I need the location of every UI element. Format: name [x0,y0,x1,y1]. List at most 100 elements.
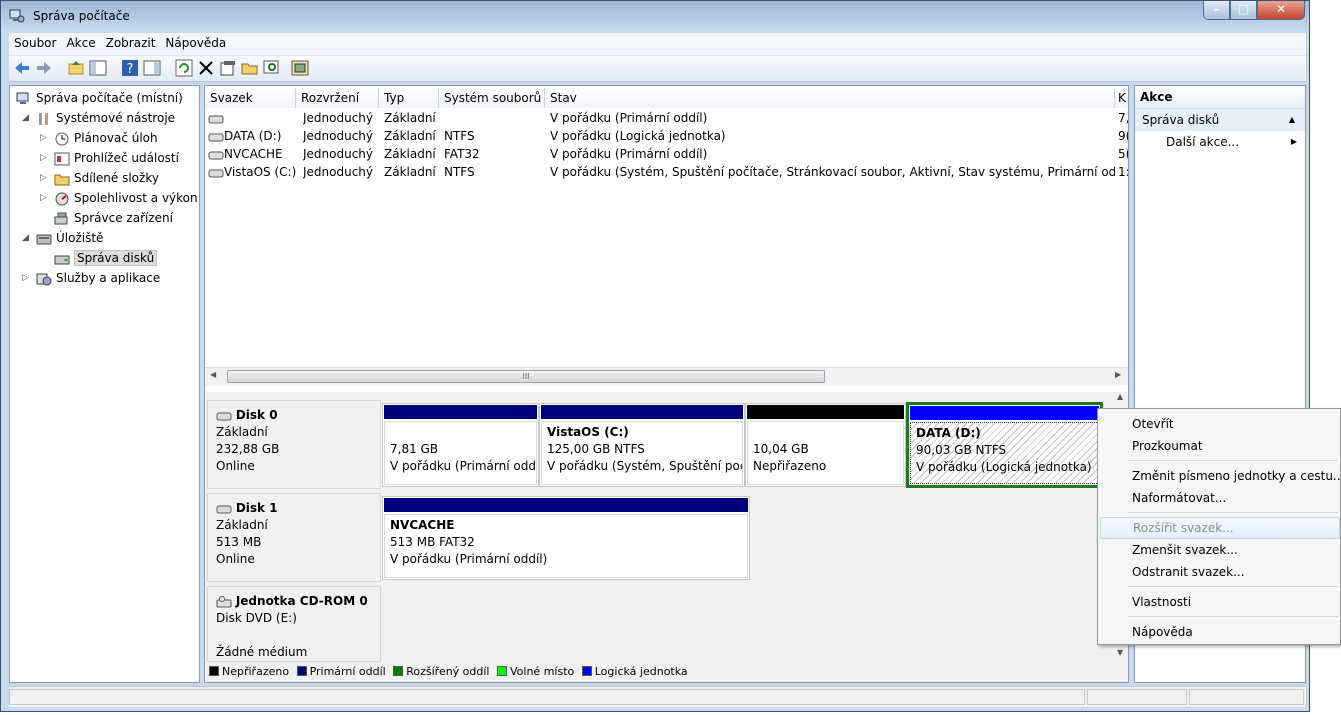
context-shrink-volume[interactable]: Zmenšit svazek... [1100,539,1340,561]
scroll-right-arrow-icon[interactable]: ▶ [1115,370,1121,379]
menu-action[interactable]: Akce [61,33,100,54]
table-row[interactable]: Jednoduchý Základní V pořádku (Primární … [205,109,1128,127]
volume-drive-icon [208,115,224,123]
show-hide-action-pane-icon[interactable] [143,59,161,77]
disk0-logical-data[interactable]: DATA (D:) 90,03 GB NTFS V pořádku (Logická… [906,402,1103,488]
table-row[interactable]: DATA (D:) Jednoduchý Základní NTFS V poř… [205,127,1128,145]
tree-item-disk-management[interactable]: Správa disků [54,249,158,267]
expand-arrow-icon[interactable]: ▷ [22,269,31,287]
primary-partition-bar [384,405,537,419]
column-header-filesystem[interactable]: Systém souborů [439,88,545,108]
tree-item-reliability[interactable]: ▷ Spolehlivost a výkon [40,189,198,207]
tree-item-system-tools[interactable]: ◢ Systémové nástroje [22,109,175,127]
storage-icon [36,234,52,244]
column-header-capacity[interactable]: K [1115,88,1128,108]
collapse-up-icon[interactable]: ▲ [1289,109,1295,131]
status-cell [1189,689,1304,705]
menu-view[interactable]: Zobrazit [101,33,161,54]
disk-settings-icon[interactable] [291,59,309,77]
menu-file[interactable]: Soubor [9,33,61,54]
legend-free: Volné místo [510,665,575,678]
refresh-icon[interactable] [175,59,193,77]
column-header-status[interactable]: Stav [545,88,1115,108]
disk0-partition-1[interactable]: 7,81 GB V pořádku (Primární odd [382,403,539,487]
disk0-unallocated[interactable]: 10,04 GB Nepřiřazeno [745,403,906,487]
legend-swatch-free [497,666,507,676]
tree-item-event-viewer[interactable]: ▷ Prohlížeč událostí [40,149,179,167]
hard-disk-icon [216,505,232,513]
properties-icon[interactable] [219,59,237,77]
volume-name: VistaOS (C:) [224,165,296,179]
volume-type: Základní [384,111,436,125]
tree-item-task-scheduler[interactable]: ▷ Plánovač úloh [40,129,158,147]
actions-section-disk-management[interactable]: Správa disků ▲ [1135,109,1305,131]
scrollbar-thumb[interactable]: III [227,370,825,383]
tree-item-root[interactable]: Správa počítače (místní) [16,89,183,107]
volume-capacity: 9( [1118,129,1128,143]
context-extend-volume[interactable]: Rozšířit svazek... [1100,517,1340,539]
context-change-letter[interactable]: Změnit písmeno jednotky a cestu... [1100,465,1340,487]
expand-arrow-icon[interactable]: ▷ [40,129,49,147]
disk0-partition-vistaos[interactable]: VistaOS (C:) 125,00 GB NTFS V pořádku (Sys… [539,403,745,487]
context-help[interactable]: Nápověda [1100,621,1340,643]
menu-help[interactable]: Nápověda [160,33,231,54]
expand-arrow-icon[interactable]: ▷ [40,169,49,187]
column-header-layout[interactable]: Rozvržení [296,88,379,108]
disk0-label[interactable]: Disk 0 Základní 232,88 GB Online [207,400,381,489]
forward-arrow-icon[interactable] [35,59,53,77]
back-arrow-icon[interactable] [13,59,31,77]
minimize-button[interactable]: – [1203,1,1230,20]
context-format[interactable]: Naformátovat... [1100,487,1340,509]
partition-name: VistaOS (C:) [547,425,629,439]
up-folder-icon[interactable] [67,59,85,77]
search-icon[interactable] [263,59,281,77]
collapse-arrow-icon[interactable]: ◢ [22,229,31,247]
context-separator [1128,460,1338,461]
context-separator [1128,616,1338,617]
context-explore[interactable]: Prozkoumat [1100,435,1340,457]
show-hide-tree-icon[interactable] [89,59,107,77]
volume-capacity: 7, [1118,111,1128,125]
legend-swatch-primary [296,666,307,676]
volume-capacity: 5( [1118,147,1128,161]
computer-management-icon [16,92,29,104]
context-properties[interactable]: Vlastnosti [1100,591,1340,613]
volume-type: Základní [384,165,436,179]
delete-icon[interactable] [197,59,215,77]
partition-status: V pořádku (Systém, Spuštění poč [547,459,743,473]
tree-item-device-manager[interactable]: Správce zařízení [54,209,173,227]
volume-status: V pořádku (Primární oddíl) [550,147,708,161]
table-row[interactable]: NVCACHE Jednoduchý Základní FAT32 V pořá… [205,145,1128,163]
expand-arrow-icon[interactable]: ▷ [40,149,49,167]
disk1-partition-nvcache[interactable]: NVCACHE 513 MB FAT32 V pořádku (Primární o… [382,496,750,580]
scroll-left-arrow-icon[interactable]: ◀ [210,370,216,379]
disk0-type: Základní [216,425,268,439]
tree-item-shared-folders[interactable]: ▷ Sdílené složky [40,169,159,187]
table-row[interactable]: VistaOS (C:) Jednoduchý Základní NTFS V … [205,163,1128,181]
expand-arrow-icon[interactable]: ▷ [40,189,49,207]
close-button[interactable]: ✕ [1257,1,1305,20]
actions-more-item[interactable]: Další akce... ▶ [1135,131,1305,153]
collapse-arrow-icon[interactable]: ◢ [22,109,31,127]
services-icon [36,273,52,285]
tree-item-services[interactable]: ▷ Služby a aplikace [22,269,160,287]
volume-layout: Jednoduchý [303,129,374,143]
help-icon[interactable]: ? [121,59,139,77]
cdrom-label[interactable]: Jednotka CD-ROM 0 Disk DVD (E:) Žádné mé… [207,586,381,662]
tools-icon [39,112,48,125]
context-open[interactable]: Otevřít [1100,413,1340,435]
open-folder-icon[interactable] [241,59,259,77]
column-header-type[interactable]: Typ [379,88,439,108]
volume-list-horizontal-scrollbar[interactable]: ◀ III ▶ [205,367,1128,385]
disk1-label[interactable]: Disk 1 Základní 513 MB Online [207,493,381,582]
context-delete-volume[interactable]: Odstranit svazek... [1100,561,1340,583]
partition-status: Nepřiřazeno [753,459,827,473]
maximize-button[interactable]: □ [1230,1,1257,20]
legend-logical: Logická jednotka [594,665,688,678]
shared-folder-icon [54,174,70,185]
logical-drive-bar [910,406,1099,420]
scroll-up-arrow-icon[interactable]: ▲ [1117,392,1123,401]
tree-item-storage[interactable]: ◢ Úložiště [22,229,103,247]
scroll-down-arrow-icon[interactable]: ▼ [1117,648,1123,657]
column-header-volume[interactable]: Svazek [205,88,296,108]
